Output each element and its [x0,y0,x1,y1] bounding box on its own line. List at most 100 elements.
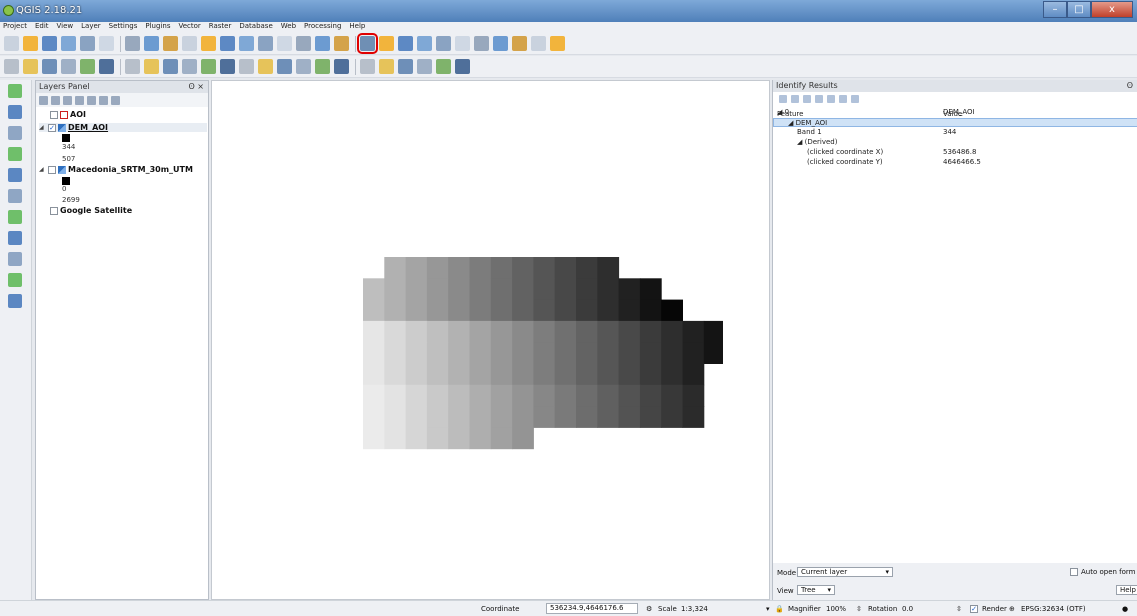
pan-icon[interactable] [125,36,140,51]
maximize-button[interactable]: □ [1067,1,1091,18]
select-by-expression-icon[interactable] [417,36,432,51]
node-tool-icon[interactable] [125,59,140,74]
copy-features-icon[interactable] [182,59,197,74]
layer-checkbox[interactable]: ✓ [48,123,56,132]
layer-checkbox[interactable] [50,206,58,215]
add-mssql-layer-icon[interactable] [8,168,22,182]
crs-button[interactable]: EPSG:32634 (OTF) [1021,605,1086,613]
deselect-icon[interactable] [398,36,413,51]
menu-view[interactable]: View [57,22,74,33]
zoom-in-icon[interactable] [163,36,178,51]
filter-legend-icon[interactable] [75,95,84,105]
result-row[interactable]: ◢ (Derived) [773,138,1137,147]
python-icon[interactable] [455,59,470,74]
zoom-out-icon[interactable] [182,36,197,51]
menu-help[interactable]: Help [349,22,365,33]
refresh-icon[interactable] [334,36,349,51]
settings-icon[interactable] [851,95,859,103]
composer-manager-icon[interactable] [99,36,114,51]
rotate-label-icon[interactable] [296,59,311,74]
menu-layer[interactable]: Layer [81,22,101,33]
close-button[interactable]: x [1091,1,1133,18]
identify-features-icon[interactable] [357,33,378,54]
menu-processing[interactable]: Processing [304,22,341,33]
zoom-full-icon[interactable] [201,36,216,51]
view-dropdown[interactable]: Tree ▾ [797,585,835,595]
change-label-icon[interactable] [315,59,330,74]
save-project-icon[interactable] [42,36,57,51]
toggle-editing-icon[interactable] [23,59,38,74]
expand-new-results-icon[interactable] [803,95,811,103]
expand-tree-icon[interactable] [779,95,787,103]
zoom-to-layer-icon[interactable] [239,36,254,51]
label-icon[interactable] [220,59,235,74]
clear-results-icon[interactable] [815,95,823,103]
help-button[interactable]: Help [1116,585,1137,595]
collapse-all-icon[interactable] [99,95,108,105]
layer-checkbox[interactable] [50,110,58,119]
field-calculator-icon[interactable] [455,36,470,51]
delete-selected-icon[interactable] [144,59,159,74]
zoom-next-icon[interactable] [277,36,292,51]
add-group-icon[interactable] [51,95,60,105]
mode-dropdown[interactable]: Current layer ▾ [797,567,893,577]
globe-icon[interactable]: ⊕ [1009,605,1015,613]
add-delimited-text-icon[interactable] [8,252,22,266]
layer-checkbox[interactable] [48,165,56,174]
new-shapefile-layer-icon[interactable] [8,273,22,287]
result-row[interactable]: Band 1 344 [773,128,1137,137]
help-icon[interactable] [550,36,565,51]
pin-labels-icon[interactable] [239,59,254,74]
bookmark-icon[interactable] [315,36,330,51]
render-checkbox[interactable]: ✓ [970,605,978,613]
magnifier-value[interactable]: 100% [826,605,846,613]
digitize-icon[interactable] [61,59,76,74]
menu-plugins[interactable]: Plugins [145,22,170,33]
csv-icon[interactable] [379,59,394,74]
messages-icon[interactable]: ● [1122,605,1128,613]
rotation-spin-icon[interactable]: ⇳ [956,605,962,613]
menu-edit[interactable]: Edit [35,22,49,33]
lock-icon[interactable]: 🔒 [775,605,784,613]
print-composer-icon[interactable] [80,36,95,51]
add-wfs-layer-icon[interactable] [8,231,22,245]
raster-calc-icon[interactable] [417,59,432,74]
new-map-view-icon[interactable] [296,36,311,51]
result-row[interactable]: (clicked coordinate X) 536486.8 [773,148,1137,157]
copy-feature-icon[interactable] [827,95,835,103]
layer-item-aoi[interactable]: AOI [50,110,86,119]
result-row[interactable]: ◢ DEM_AOI [773,118,1137,127]
cut-features-icon[interactable] [163,59,178,74]
add-vector-layer-icon[interactable] [8,84,22,98]
new-project-icon[interactable] [4,36,19,51]
label-properties-icon[interactable] [334,59,349,74]
print-icon[interactable] [839,95,847,103]
add-postgis-layer-icon[interactable] [8,126,22,140]
open-attribute-table-icon[interactable] [436,36,451,51]
new-temporary-layer-icon[interactable] [8,294,22,308]
layer-item-dem-aoi[interactable]: ◢ ✓ DEM_AOI [39,123,207,132]
save-edits-icon[interactable] [42,59,57,74]
map-canvas[interactable] [211,80,770,600]
zoom-last-icon[interactable] [258,36,273,51]
auto-open-form-checkbox[interactable] [1070,568,1078,576]
remove-layer-icon[interactable] [111,95,120,105]
save-as-icon[interactable] [61,36,76,51]
result-row[interactable]: ◢ 0 DEM_AOI [773,108,1137,117]
panel-float-icon[interactable]: ʘ [1127,80,1133,92]
menu-vector[interactable]: Vector [178,22,200,33]
panel-float-close-icons[interactable]: ʘ × [188,81,204,93]
menu-settings[interactable]: Settings [109,22,138,33]
menu-raster[interactable]: Raster [209,22,232,33]
collapse-tree-icon[interactable] [791,95,799,103]
add-raster-layer-icon[interactable] [8,105,22,119]
current-edits-icon[interactable] [4,59,19,74]
layer-item-srtm[interactable]: ◢ Macedonia_SRTM_30m_UTM [39,165,193,174]
scale-dropdown-arrow-icon[interactable]: ▾ [766,605,770,613]
pan-to-selection-icon[interactable] [144,36,159,51]
menu-web[interactable]: Web [281,22,296,33]
statistical-summary-icon[interactable] [474,36,489,51]
select-features-icon[interactable] [379,36,394,51]
menu-database[interactable]: Database [239,22,272,33]
collapse-arrow-icon[interactable]: ◢ [39,124,46,131]
